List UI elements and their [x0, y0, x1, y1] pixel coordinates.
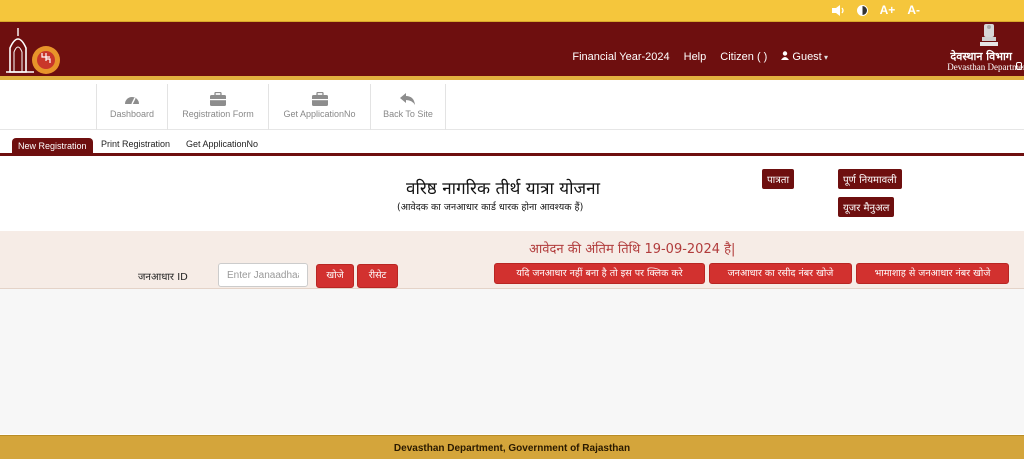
citizen-label: Citizen	[720, 51, 754, 63]
toolbar-get-application-no[interactable]: Get ApplicationNo	[268, 84, 370, 130]
dashboard-icon	[125, 97, 139, 105]
eligibility-button[interactable]: पात्रता	[762, 169, 795, 189]
bhamashah-search-button[interactable]: भामाशाह से जनआधार नंबर खोजे	[856, 263, 1009, 284]
toolbar-back-to-site[interactable]: Back To Site	[370, 84, 446, 130]
content-area	[0, 289, 1024, 434]
toolbar-get-application-no-label: Get ApplicationNo	[283, 109, 356, 119]
user-manual-button[interactable]: यूजर मैनुअल	[838, 197, 895, 217]
search-form: आवेदन की अंतिम तिथि 19-09-2024 है| जनआधा…	[0, 231, 1024, 289]
janaadhaar-input[interactable]	[218, 263, 308, 287]
state-emblem-icon	[980, 24, 998, 46]
font-decrease-icon[interactable]: A-	[907, 3, 920, 17]
financial-year-link[interactable]: Financial Year-2024	[572, 51, 669, 63]
user-icon	[781, 51, 790, 60]
site-footer: Devasthan Department, Government of Raja…	[0, 435, 1024, 459]
toolbar-registration-form[interactable]: Registration Form	[167, 84, 268, 130]
page-subtitle: (आवेदक का जनआधार कार्ड धारक होना आवश्यक …	[397, 202, 584, 213]
janaadhaar-label: जनआधार ID	[138, 272, 188, 283]
guest-label: Guest	[792, 51, 828, 63]
deadline-notice: आवेदन की अंतिम तिथि 19-09-2024 है|	[529, 242, 736, 257]
footer-text: Devasthan Department, Government of Raja…	[393, 443, 631, 454]
toolbar-dashboard[interactable]: Dashboard	[96, 84, 167, 130]
no-janaadhaar-button[interactable]: यदि जनआधार नहीं बना है तो इस पर क्लिक कर…	[494, 263, 705, 284]
toolbar-registration-form-label: Registration Form	[182, 109, 254, 119]
page-title: वरिष्ठ नागरिक तीर्थ यात्रा योजना	[406, 179, 600, 199]
accessibility-bar: A+ A-	[0, 0, 1024, 22]
header-nav: Financial Year-2024 Help Citizen ( ) Gue…	[572, 51, 828, 63]
tab-print-registration[interactable]: Print Registration	[101, 139, 170, 149]
back-arrow-icon	[400, 93, 415, 105]
toolbar-dashboard-label: Dashboard	[109, 109, 155, 119]
registration-tabs: New Registration Print Registration Get …	[0, 136, 1024, 156]
citizen-count: ( )	[756, 51, 768, 63]
site-header: Financial Year-2024 Help Citizen ( ) Gue…	[0, 22, 1024, 80]
scheme-header: वरिष्ठ नागरिक तीर्थ यात्रा योजना (आवेदक …	[0, 159, 1024, 231]
briefcase-icon	[311, 92, 328, 106]
citizen-menu[interactable]: Citizen ( )	[720, 51, 767, 63]
briefcase-icon	[210, 92, 226, 106]
accessibility-tools: A+ A-	[831, 3, 920, 17]
action-toolbar: Dashboard Registration Form Get Applicat…	[0, 84, 1024, 130]
tab-new-registration[interactable]: New Registration	[12, 138, 93, 156]
help-link[interactable]: Help	[684, 51, 707, 63]
full-rules-button[interactable]: पूर्ण नियमावली	[838, 169, 902, 189]
toolbar-back-to-site-label: Back To Site	[383, 109, 433, 119]
department-name-english: Devasthan Department	[947, 62, 1024, 72]
search-button[interactable]: खोजे	[316, 264, 354, 288]
tab-get-application-no[interactable]: Get ApplicationNo	[186, 139, 258, 149]
temple-logo[interactable]	[4, 24, 66, 78]
speaker-icon[interactable]	[831, 4, 845, 16]
receipt-number-search-button[interactable]: जनआधार का रसीद नंबर खोजे	[709, 263, 852, 284]
header-scroll-handle	[1016, 62, 1022, 70]
guest-menu[interactable]: Guest	[781, 51, 828, 63]
font-increase-icon[interactable]: A+	[880, 3, 896, 17]
contrast-icon[interactable]	[856, 4, 868, 16]
reset-button[interactable]: रीसेट	[357, 264, 398, 288]
